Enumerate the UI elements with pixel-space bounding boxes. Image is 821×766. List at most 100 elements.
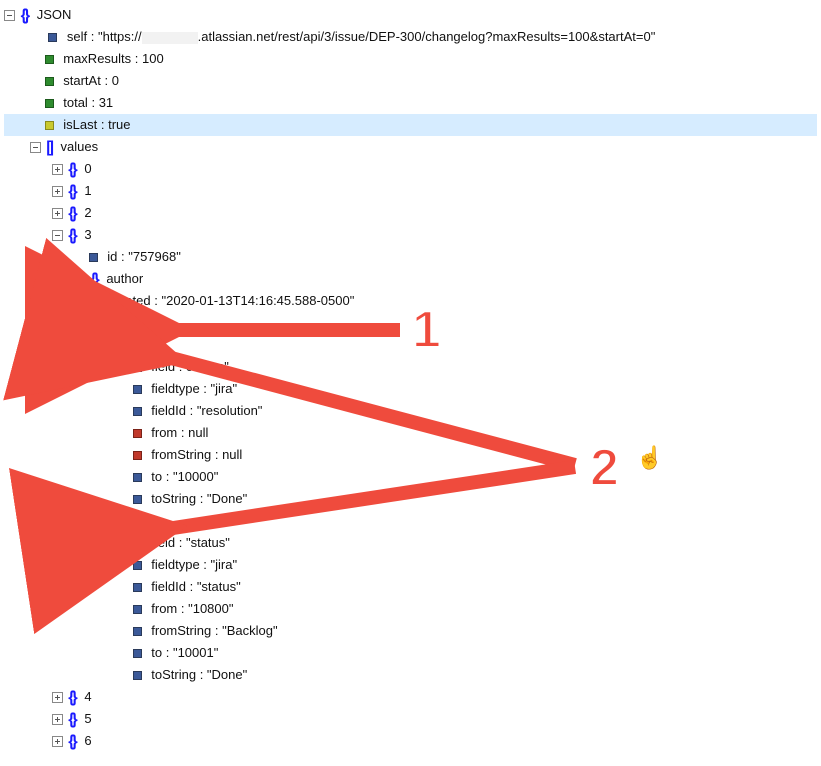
- expand-icon[interactable]: [52, 208, 63, 219]
- item0-fromstring-node[interactable]: fromString : null: [4, 444, 817, 466]
- string-icon: [133, 407, 142, 416]
- items-1-node[interactable]: {} 1: [4, 510, 817, 532]
- node-label: 0: [84, 161, 91, 176]
- islast-node[interactable]: isLast : true: [4, 114, 817, 136]
- string-icon: [133, 605, 142, 614]
- object-icon: {}: [68, 159, 74, 181]
- string-icon: [133, 385, 142, 394]
- prop-val: "resolution": [197, 403, 263, 418]
- values-5-node[interactable]: {} 5: [4, 708, 817, 730]
- collapse-icon[interactable]: [74, 318, 85, 329]
- number-icon: [45, 55, 54, 64]
- prop-val: "Done": [207, 491, 247, 506]
- item0-from-node[interactable]: from : null: [4, 422, 817, 444]
- prop-val: 100: [142, 51, 164, 66]
- prop-val-suffix: .atlassian.net/rest/api/3/issue/DEP-300/…: [198, 29, 656, 44]
- prop-key: fieldtype: [151, 381, 199, 396]
- prop-val: olution": [186, 359, 229, 374]
- values-0-node[interactable]: {} 0: [4, 158, 817, 180]
- values-node[interactable]: [] values: [4, 136, 817, 158]
- maxresults-node[interactable]: maxResults : 100: [4, 48, 817, 70]
- prop-key: fromString: [151, 623, 211, 638]
- object-icon: {}: [68, 181, 74, 203]
- boolean-icon: [45, 121, 54, 130]
- expand-icon[interactable]: [52, 736, 63, 747]
- item0-fieldid-node[interactable]: fieldId : "resolution": [4, 400, 817, 422]
- prop-val: "10000": [173, 469, 218, 484]
- prop-key: to: [151, 469, 162, 484]
- prop-key: from: [151, 425, 177, 440]
- startat-node[interactable]: startAt : 0: [4, 70, 817, 92]
- item0-to-node[interactable]: to : "10000": [4, 466, 817, 488]
- prop-key: fromString: [151, 447, 211, 462]
- author-node[interactable]: {} author: [4, 268, 817, 290]
- item1-from-node[interactable]: from : "10800": [4, 598, 817, 620]
- node-label: 6: [84, 733, 91, 748]
- node-label: 2: [84, 205, 91, 220]
- items-0-node[interactable]: {} 0: [4, 334, 817, 356]
- string-icon: [48, 33, 57, 42]
- items-node[interactable]: [] items: [4, 312, 817, 334]
- collapse-icon[interactable]: [96, 516, 107, 527]
- prop-key: self: [67, 29, 87, 44]
- string-icon: [133, 627, 142, 636]
- values-2-node[interactable]: {} 2: [4, 202, 817, 224]
- prop-key: startAt: [63, 73, 101, 88]
- item0-field-node[interactable]: field : olution": [4, 356, 817, 378]
- string-icon: [133, 649, 142, 658]
- created-node[interactable]: created : "2020-01-13T14:16:45.588-0500": [4, 290, 817, 312]
- node-label: values: [61, 139, 99, 154]
- item1-fromstring-node[interactable]: fromString : "Backlog": [4, 620, 817, 642]
- prop-key: created: [107, 293, 150, 308]
- expand-icon[interactable]: [52, 692, 63, 703]
- item1-fieldid-node[interactable]: fieldId : "status": [4, 576, 817, 598]
- item0-fieldtype-node[interactable]: fieldtype : "jira": [4, 378, 817, 400]
- prop-val-prefix: "https://: [98, 29, 142, 44]
- prop-key: to: [151, 645, 162, 660]
- prop-val: null: [222, 447, 242, 462]
- item1-fieldtype-node[interactable]: fieldtype : "jira": [4, 554, 817, 576]
- prop-val: 0: [112, 73, 119, 88]
- prop-val: null: [188, 425, 208, 440]
- object-icon: {}: [21, 5, 27, 27]
- total-node[interactable]: total : 31: [4, 92, 817, 114]
- null-icon: [133, 451, 142, 460]
- null-icon: [133, 429, 142, 438]
- object-icon: {}: [68, 731, 74, 753]
- prop-val: true: [108, 117, 130, 132]
- expand-icon[interactable]: [74, 274, 85, 285]
- array-icon: []: [90, 313, 95, 335]
- array-icon: []: [46, 137, 51, 159]
- item0-tostring-node[interactable]: toString : "Done": [4, 488, 817, 510]
- prop-key: toString: [151, 491, 196, 506]
- collapse-icon[interactable]: [4, 10, 15, 21]
- item1-to-node[interactable]: to : "10001": [4, 642, 817, 664]
- values-3-node[interactable]: {} 3: [4, 224, 817, 246]
- expand-icon[interactable]: [52, 186, 63, 197]
- values-6-node[interactable]: {} 6: [4, 730, 817, 752]
- prop-val: "2020-01-13T14:16:45.588-0500": [161, 293, 354, 308]
- string-icon: [89, 253, 98, 262]
- root-node[interactable]: {} JSON: [4, 4, 817, 26]
- prop-key: maxResults: [63, 51, 131, 66]
- node-label: 1: [128, 513, 135, 528]
- item1-field-node[interactable]: field : "status": [4, 532, 817, 554]
- collapse-icon[interactable]: [96, 340, 107, 351]
- prop-val: "status": [186, 535, 230, 550]
- prop-key: field: [151, 359, 175, 374]
- values-4-node[interactable]: {} 4: [4, 686, 817, 708]
- expand-icon[interactable]: [52, 714, 63, 725]
- prop-val: "Backlog": [222, 623, 277, 638]
- node-label: items: [105, 315, 136, 330]
- self-node[interactable]: self : "https://.atlassian.net/rest/api/…: [4, 26, 817, 48]
- item1-tostring-node[interactable]: toString : "Done": [4, 664, 817, 686]
- object-icon: {}: [90, 269, 96, 291]
- expand-icon[interactable]: [52, 164, 63, 175]
- values-1-node[interactable]: {} 1: [4, 180, 817, 202]
- collapse-icon[interactable]: [52, 230, 63, 241]
- prop-val: 31: [99, 95, 113, 110]
- object-icon: {}: [68, 687, 74, 709]
- id-node[interactable]: id : "757968": [4, 246, 817, 268]
- string-icon: [133, 495, 142, 504]
- collapse-icon[interactable]: [30, 142, 41, 153]
